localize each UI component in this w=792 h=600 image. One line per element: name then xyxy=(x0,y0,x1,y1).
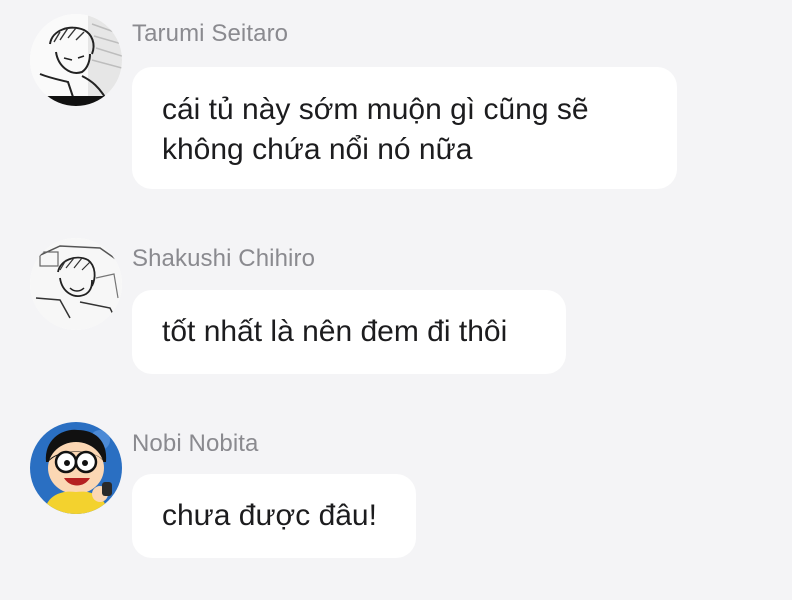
message-bubble[interactable]: tốt nhất là nên đem đi thôi xyxy=(132,290,566,374)
message-text-line: không chứa nổi nó nữa xyxy=(162,133,473,166)
message-text-line: cái tủ này sớm muộn gì cũng sẽ xyxy=(162,93,589,126)
message-bubble[interactable]: chưa được đâu! xyxy=(132,474,416,558)
message-text-line: tốt nhất là nên đem đi thôi xyxy=(162,315,508,348)
sender-name: Tarumi Seitaro xyxy=(132,20,289,47)
message-bubble[interactable]: cái tủ này sớm muộn gì cũng sẽ không chứ… xyxy=(132,67,677,189)
sender-name: Nobi Nobita xyxy=(132,430,259,457)
avatar[interactable] xyxy=(30,238,122,330)
message-text-line: chưa được đâu! xyxy=(162,499,377,532)
chat-thread: Tarumi Seitaro cái tủ này sớm muộn gì cũ… xyxy=(0,0,792,600)
sender-name: Shakushi Chihiro xyxy=(132,245,316,272)
cartoon-boy-glasses-avatar xyxy=(30,422,122,514)
manga-character-white-hair-avatar xyxy=(30,14,122,106)
avatar[interactable] xyxy=(30,422,122,514)
avatar[interactable] xyxy=(30,14,122,106)
manga-character-sketch-avatar xyxy=(30,238,122,330)
